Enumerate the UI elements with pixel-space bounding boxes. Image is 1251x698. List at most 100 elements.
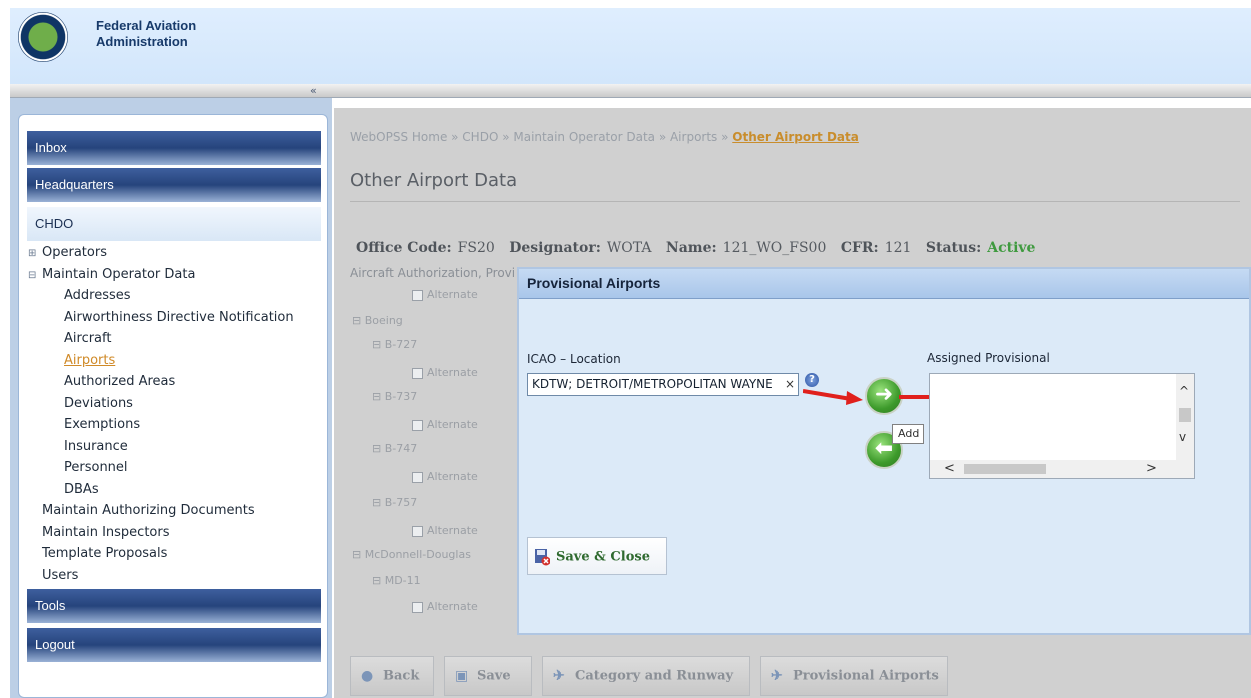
sidebar-item-aircraft[interactable]: Aircraft	[28, 328, 294, 350]
tree-toggle-icon[interactable]: ⊟	[28, 265, 38, 287]
cfr-label: CFR:	[840, 240, 879, 256]
alternate-row: Alternate	[412, 470, 478, 483]
horizontal-scrollbar[interactable]: < >	[930, 460, 1194, 478]
tree-node-b737[interactable]: ⊟ B-737	[372, 390, 417, 403]
scroll-thumb[interactable]	[1179, 408, 1191, 422]
sidebar-item-airports[interactable]: Airports	[28, 350, 294, 372]
sidebar-item-label: Template Proposals	[42, 546, 168, 561]
red-arrow-annotation	[803, 389, 863, 405]
sidebar-item-label: Airports	[64, 352, 116, 368]
breadcrumb-path[interactable]: WebOPSS Home » CHDO » Maintain Operator …	[350, 130, 732, 144]
nav-logout[interactable]: Logout	[27, 628, 321, 662]
assigned-provisional-list[interactable]: ^ v < >	[929, 373, 1195, 479]
alternate-label: Alternate	[427, 470, 478, 483]
alternate-label: Alternate	[427, 288, 478, 301]
clear-input-icon[interactable]: ×	[785, 377, 795, 391]
sidebar-item-label: Authorized Areas	[64, 374, 176, 389]
icao-location-input[interactable]: KDTW; DETROIT/METROPOLITAN WAYNE	[527, 373, 799, 396]
sidebar-item-maintain-authorizing-documents[interactable]: Maintain Authorizing Documents	[28, 500, 294, 522]
sidebar-item-authorized-areas[interactable]: Authorized Areas	[28, 371, 294, 393]
back-label: Back	[383, 668, 420, 684]
add-tooltip: Add	[892, 424, 924, 444]
alternate-checkbox[interactable]	[412, 289, 423, 301]
sidebar-item-template-proposals[interactable]: Template Proposals	[28, 543, 294, 565]
airplane-icon: ✈	[553, 668, 565, 684]
alternate-checkbox[interactable]	[412, 525, 423, 537]
sidebar-item-label: Personnel	[64, 460, 128, 475]
sidebar-item-deviations[interactable]: Deviations	[28, 393, 294, 415]
sidebar-item-operators[interactable]: ⊞ Operators	[28, 242, 294, 264]
add-arrow-button[interactable]: ➜	[865, 377, 903, 415]
sidebar-item-label: Insurance	[64, 438, 128, 454]
scroll-down-icon[interactable]: v	[1179, 430, 1186, 444]
b757-label: B-757	[384, 496, 418, 509]
save-icon: ▣	[455, 668, 469, 684]
back-button[interactable]: ● Back	[350, 656, 434, 696]
page-title: Other Airport Data	[350, 170, 518, 191]
sidebar-item-airworthiness-directive-notification[interactable]: Airworthiness Directive Notification	[28, 307, 294, 329]
tree-node-b757[interactable]: ⊟ B-757	[372, 496, 417, 509]
save-button[interactable]: ▣ Save	[444, 656, 532, 696]
brand-line-2: Administration	[96, 34, 188, 49]
dialog-title[interactable]: Provisional Airports	[519, 269, 1249, 299]
tree-node-b747[interactable]: ⊟ B-747	[372, 442, 417, 455]
save-close-button[interactable]: Save & Close	[527, 537, 667, 575]
alternate-row: Alternate	[412, 524, 478, 537]
brand-name: Federal Aviation Administration	[96, 18, 196, 50]
status-label: Status:	[925, 240, 982, 256]
breadcrumb-current[interactable]: Other Airport Data	[732, 130, 859, 144]
alternate-row: Alternate	[412, 366, 478, 379]
nav-inbox[interactable]: Inbox	[27, 131, 321, 165]
provisional-airports-button[interactable]: ✈ Provisional Airports	[760, 656, 948, 696]
sidebar-item-maintain-operator-data[interactable]: ⊟ Maintain Operator Data	[28, 264, 294, 286]
sidebar-item-dbas[interactable]: DBAs	[28, 479, 294, 501]
office-code-label: Office Code:	[356, 240, 452, 256]
title-divider	[350, 201, 1240, 202]
sidebar-item-label: Users	[42, 567, 79, 583]
tree-node-boeing[interactable]: ⊟ Boeing	[352, 314, 403, 327]
sidebar-item-users[interactable]: Users	[28, 565, 294, 587]
brand-line-1: Federal Aviation	[96, 18, 197, 33]
scroll-thumb[interactable]	[964, 464, 1046, 474]
nav-headquarters[interactable]: Headquarters	[27, 168, 321, 202]
sidebar-item-label: Operators	[42, 245, 107, 260]
tree-node-b727[interactable]: ⊟ B-727	[372, 338, 417, 351]
tree-node-md11[interactable]: ⊟ MD-11	[372, 574, 421, 587]
boeing-label: Boeing	[364, 314, 403, 327]
category-runway-label: Category and Runway	[575, 668, 734, 684]
nav-chdo[interactable]: CHDO	[27, 207, 321, 241]
sidebar-item-label: Airworthiness Directive Notification	[64, 309, 294, 325]
sidebar-item-personnel[interactable]: Personnel	[28, 457, 294, 479]
alternate-checkbox[interactable]	[412, 367, 423, 379]
alternate-checkbox[interactable]	[412, 601, 423, 613]
alternate-checkbox-checked[interactable]	[412, 419, 423, 431]
sidebar-item-addresses[interactable]: Addresses	[28, 285, 294, 307]
scroll-left-icon[interactable]: <	[944, 461, 955, 476]
category-runway-button[interactable]: ✈ Category and Runway	[542, 656, 750, 696]
faa-seal-logo	[18, 12, 68, 62]
save-close-icon	[534, 548, 551, 566]
help-icon[interactable]: ?	[805, 373, 819, 387]
sidebar-item-label: Addresses	[64, 288, 131, 303]
sidebar-item-insurance[interactable]: Insurance	[28, 436, 294, 458]
tree-node-mcdonnell-douglas[interactable]: ⊟ McDonnell-Douglas	[352, 548, 471, 561]
status-value: Active	[987, 240, 1036, 256]
alternate-checkbox[interactable]	[412, 471, 423, 483]
tree-toggle-icon[interactable]: ⊞	[28, 243, 38, 265]
vertical-scrollbar[interactable]: ^ v	[1176, 374, 1194, 462]
provisional-airports-label: Provisional Airports	[793, 668, 939, 684]
name-value: 121_WO_FS00	[722, 240, 827, 256]
sidebar-item-maintain-inspectors[interactable]: Maintain Inspectors	[28, 522, 294, 544]
nav-tools[interactable]: Tools	[27, 589, 321, 623]
sidebar-item-exemptions[interactable]: Exemptions	[28, 414, 294, 436]
aircraft-authorization-label: Aircraft Authorization, Provi	[350, 266, 516, 280]
sidebar-item-label: Aircraft	[64, 331, 112, 346]
save-label: Save	[477, 668, 511, 684]
alternate-label: Alternate	[427, 366, 478, 379]
sidebar-item-label: Maintain Operator Data	[42, 266, 196, 282]
sidebar-tree: ⊞ Operators ⊟ Maintain Operator Data Address…	[28, 242, 294, 586]
scroll-right-icon[interactable]: >	[1146, 461, 1157, 476]
scroll-up-icon[interactable]: ^	[1179, 384, 1189, 398]
sidebar-item-label: Deviations	[64, 395, 133, 411]
collapse-sidebar-icon[interactable]: «	[310, 84, 317, 97]
